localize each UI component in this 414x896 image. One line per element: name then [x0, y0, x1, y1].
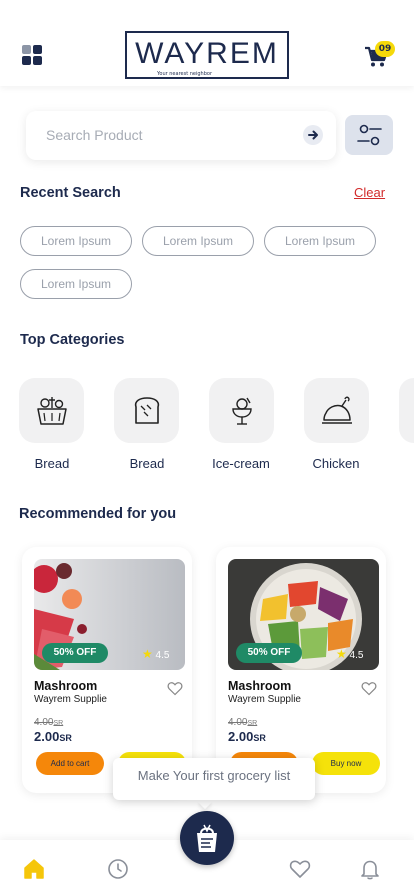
recent-search-chip[interactable]: Lorem Ipsum	[142, 226, 254, 256]
recent-search-chip[interactable]: Lorem Ipsum	[264, 226, 376, 256]
product-supplier: Wayrem Supplie	[34, 694, 107, 705]
rating-value: 4.5	[349, 650, 364, 661]
search-submit-button[interactable]	[303, 125, 323, 145]
bread-icon	[134, 397, 160, 424]
search-input[interactable]	[46, 125, 296, 145]
basket-icon	[37, 397, 67, 425]
old-price: 4.00SR	[228, 717, 258, 728]
buy-now-button[interactable]: Buy now	[312, 752, 380, 775]
category-tile-bread-2[interactable]	[114, 378, 179, 443]
wayrem-logo: WAYREM Your nearest neighbor	[125, 31, 289, 79]
category-label: Ice-cream	[212, 456, 270, 471]
product-rating: ★ 4.5	[142, 647, 169, 661]
new-price: 2.00SR	[34, 729, 72, 744]
recommended-title: Recommended for you	[19, 506, 177, 522]
category-tile-partial[interactable]	[399, 378, 414, 443]
category-label: Bread	[34, 456, 70, 471]
grocery-list-tooltip: Make Your first grocery list	[113, 758, 315, 800]
filter-button[interactable]	[345, 115, 393, 155]
top-categories-title: Top Categories	[20, 332, 125, 348]
home-icon[interactable]	[23, 858, 45, 880]
cart-count-badge: 09	[375, 41, 395, 57]
new-price: 2.00SR	[228, 729, 266, 744]
clock-icon[interactable]	[107, 858, 129, 880]
product-rating: ★ 4.5	[336, 647, 363, 661]
star-icon: ★	[336, 647, 347, 661]
category-tile-ice-cream[interactable]	[209, 378, 274, 443]
clear-recent-link[interactable]: Clear	[354, 185, 385, 200]
grocery-bag-icon	[197, 824, 217, 852]
arrow-right-icon	[308, 130, 318, 140]
heart-icon[interactable]	[167, 681, 183, 696]
recent-search-chip[interactable]: Lorem Ipsum	[20, 269, 132, 299]
heart-nav-icon[interactable]	[289, 858, 311, 880]
discount-badge: 50% OFF	[236, 643, 302, 663]
rating-value: 4.5	[155, 650, 170, 661]
category-label: Bread	[129, 456, 165, 471]
discount-badge: 50% OFF	[42, 643, 108, 663]
menu-grid-icon[interactable]	[22, 45, 42, 65]
product-supplier: Wayrem Supplie	[228, 694, 301, 705]
recent-search-chip[interactable]: Lorem Ipsum	[20, 226, 132, 256]
add-to-cart-button[interactable]: Add to cart	[36, 752, 104, 775]
ice-cream-icon	[232, 397, 252, 425]
product-name: Mashroom	[34, 679, 98, 693]
category-tile-bread[interactable]	[19, 378, 84, 443]
app-header: WAYREM Your nearest neighbor 09	[0, 0, 414, 86]
chicken-icon	[322, 396, 352, 424]
recent-search-title: Recent Search	[20, 185, 121, 201]
grocery-list-button[interactable]	[180, 811, 234, 865]
star-icon: ★	[142, 647, 153, 661]
product-image: 50% OFF ★ 4.5	[228, 559, 379, 670]
heart-icon[interactable]	[361, 681, 377, 696]
search-bar	[26, 111, 336, 160]
product-card[interactable]: 50% OFF ★ 4.5 Mashroom Wayrem Supplie 4.…	[216, 547, 386, 793]
product-name: Mashroom	[228, 679, 292, 693]
category-tile-chicken[interactable]	[304, 378, 369, 443]
logo-tagline: Your nearest neighbor	[157, 71, 213, 77]
logo-text: WAYREM	[135, 37, 279, 70]
category-label: Chicken	[312, 456, 360, 471]
filter-icon	[357, 124, 382, 146]
old-price: 4.00SR	[34, 717, 64, 728]
product-card[interactable]: 50% OFF ★ 4.5 Mashroom Wayrem Supplie 4.…	[22, 547, 192, 793]
product-image: 50% OFF ★ 4.5	[34, 559, 185, 670]
bell-icon[interactable]	[359, 858, 381, 880]
